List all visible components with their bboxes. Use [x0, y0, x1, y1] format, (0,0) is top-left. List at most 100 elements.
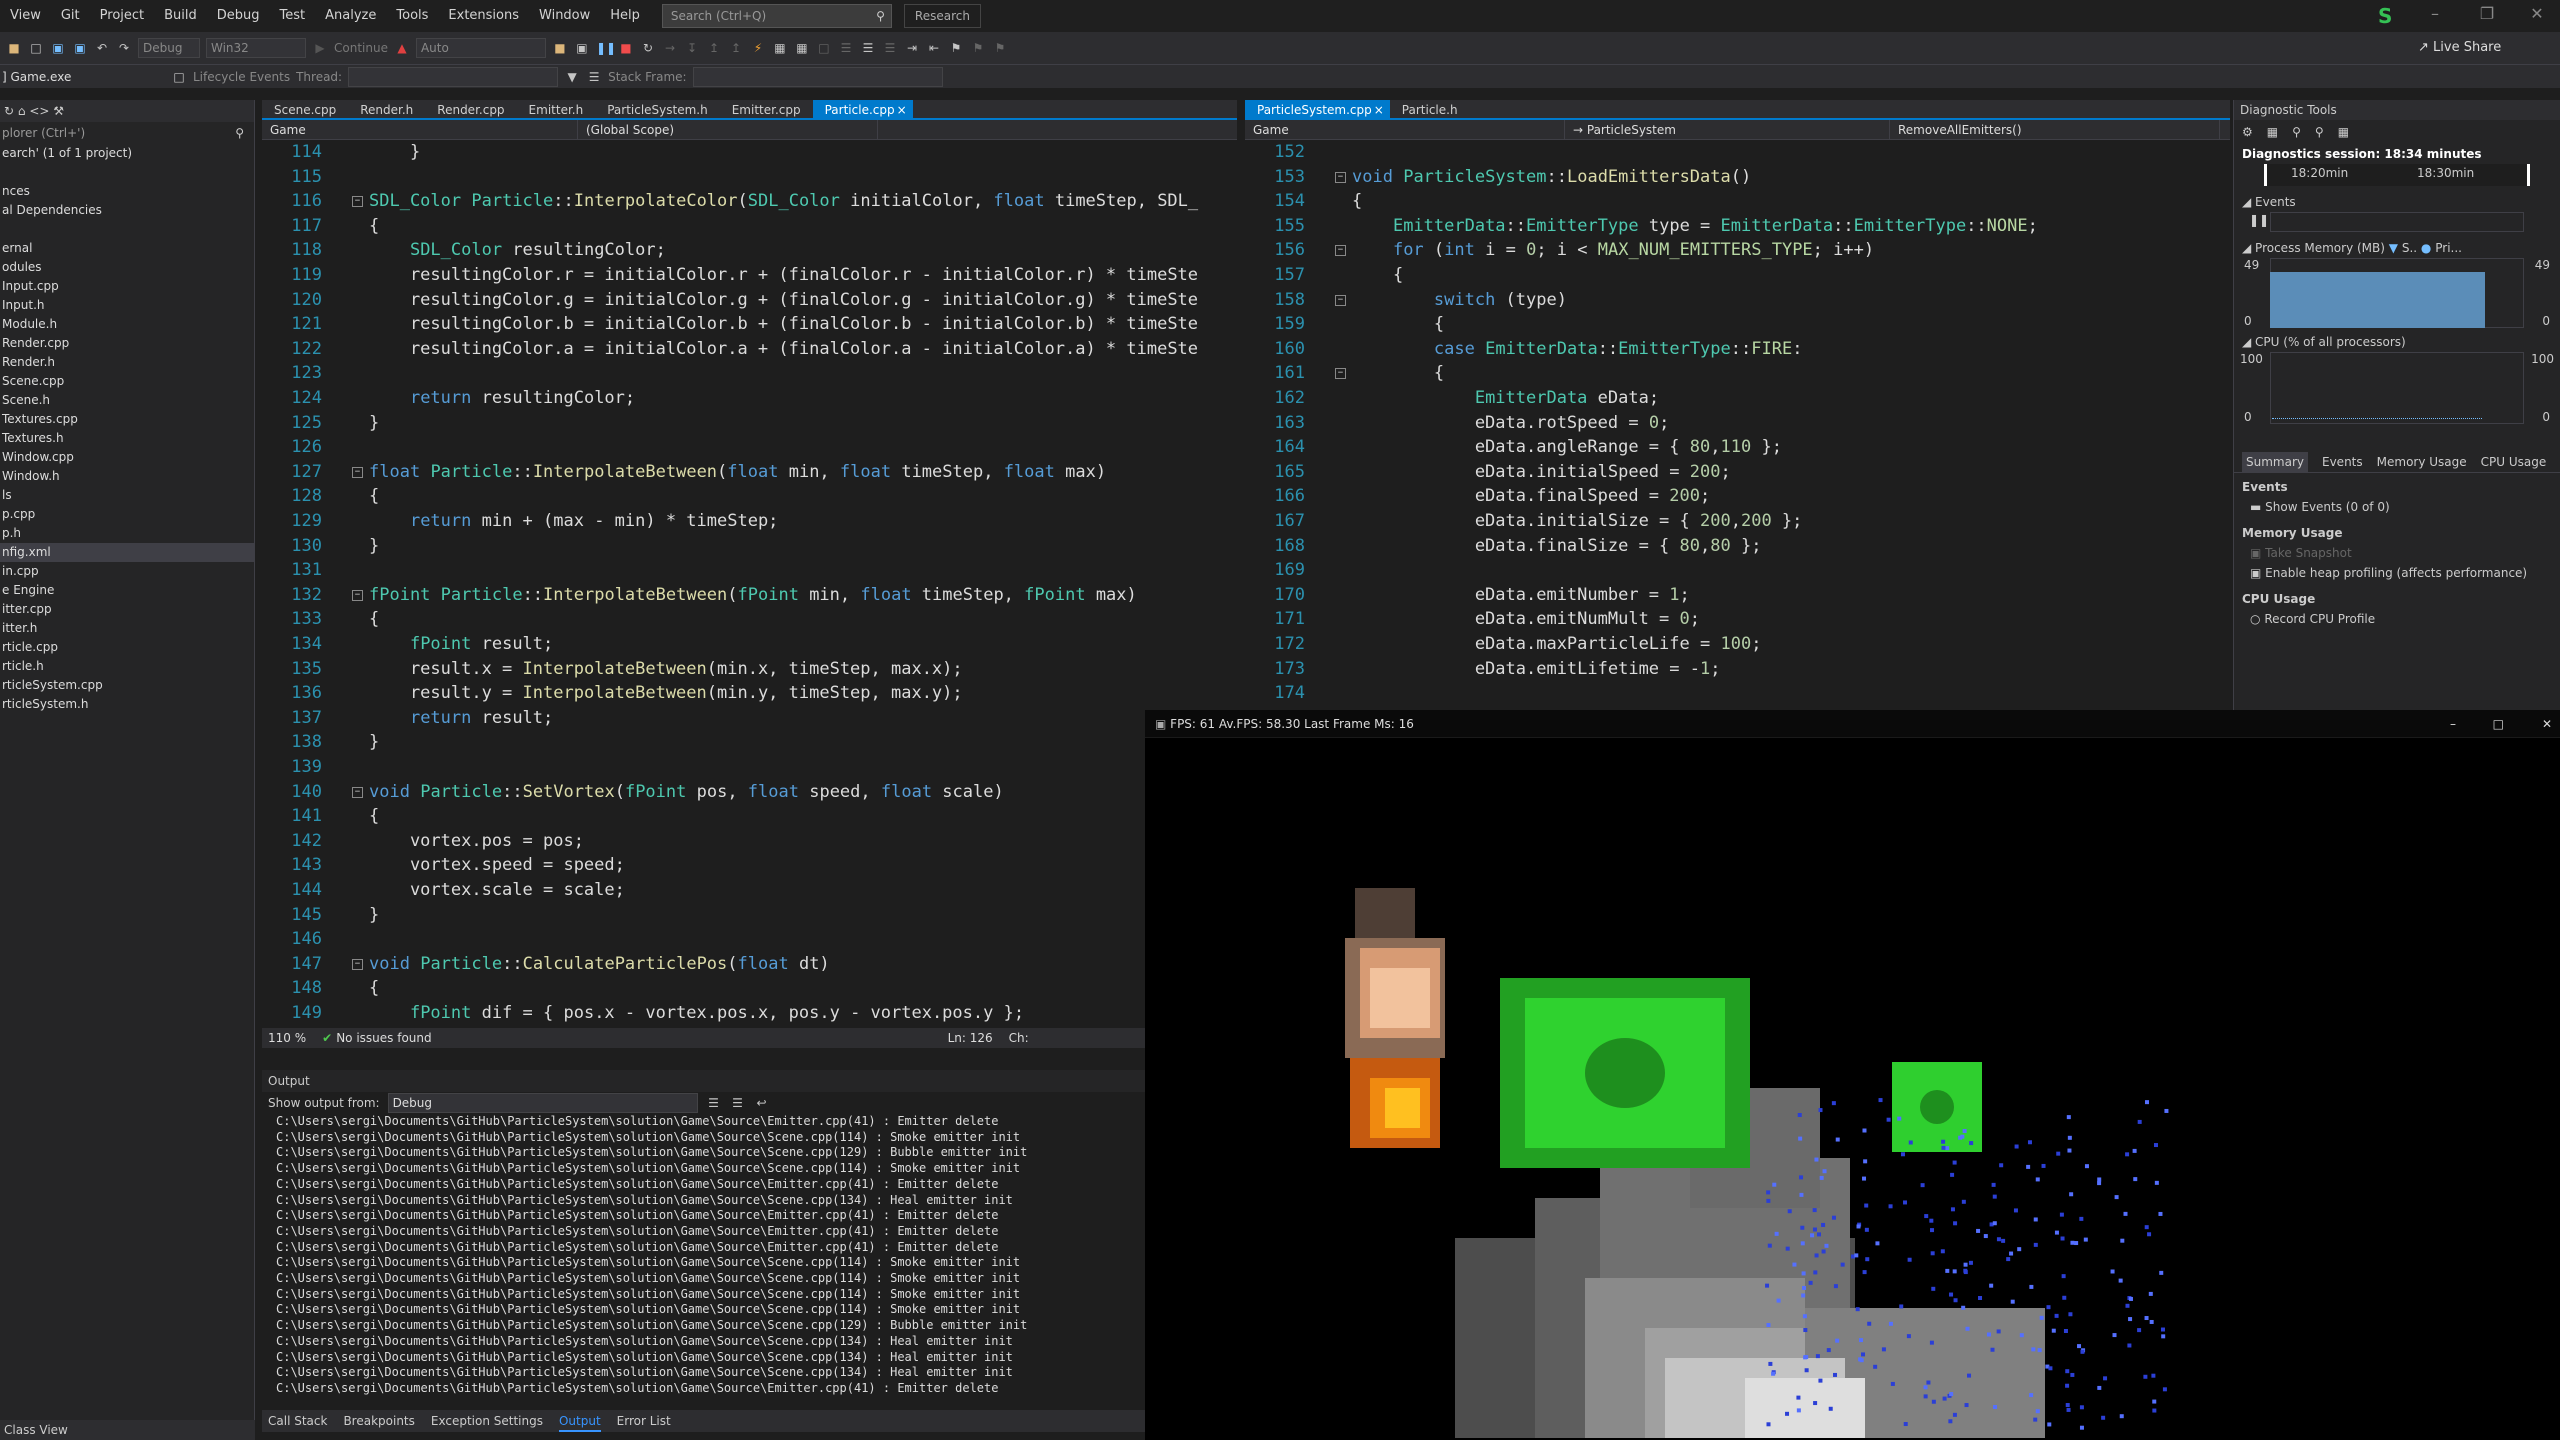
new-item-icon[interactable]: □: [28, 40, 44, 56]
fold-toggle-icon[interactable]: −: [1335, 368, 1346, 380]
solution-tree-item[interactable]: odules: [0, 258, 254, 277]
undo-icon[interactable]: ↶: [94, 40, 110, 56]
bottom-tab[interactable]: Exception Settings: [431, 1410, 543, 1432]
diag-tab[interactable]: CPU Usage: [2481, 452, 2547, 472]
step-out-icon[interactable]: ↥: [728, 40, 744, 56]
left-editor-tab[interactable]: Scene.cpp: [262, 100, 348, 118]
solution-tree-item[interactable]: [0, 163, 254, 182]
solution-tree-item[interactable]: nces: [0, 182, 254, 201]
project-dropdown[interactable]: Game: [1245, 120, 1565, 139]
stop-icon[interactable]: ■: [618, 40, 634, 56]
fold-toggle-icon[interactable]: −: [352, 589, 363, 601]
word-wrap-icon[interactable]: ↩: [754, 1095, 770, 1111]
code-view-icon[interactable]: <>: [29, 104, 49, 118]
redo-icon[interactable]: ↷: [116, 40, 132, 56]
comment-icon[interactable]: ☰: [860, 40, 876, 56]
performance-icon[interactable]: ▦: [794, 40, 810, 56]
close-tab-icon[interactable]: ×: [896, 100, 913, 118]
solution-tree-item[interactable]: nfig.xml: [0, 543, 254, 562]
sync-icon[interactable]: ↻: [4, 104, 14, 118]
solution-tree-item[interactable]: Window.h: [0, 467, 254, 486]
solution-tree-item[interactable]: [0, 220, 254, 239]
open-folder-icon[interactable]: ■: [6, 40, 22, 56]
save-icon[interactable]: ▣: [50, 40, 66, 56]
pause-events-icon[interactable]: ❚❚: [2249, 213, 2269, 227]
live-share-button[interactable]: ↗ Live Share: [2418, 40, 2501, 55]
left-editor-tab[interactable]: Particle.cpp: [812, 100, 907, 118]
solution-tree-item[interactable]: ls: [0, 486, 254, 505]
right-editor-tab[interactable]: Particle.h: [1390, 100, 1470, 118]
settings-icon[interactable]: ⚙: [2242, 125, 2253, 139]
platform-dropdown[interactable]: Win32: [206, 38, 306, 58]
solution-tree-item[interactable]: e Engine: [0, 581, 254, 600]
menu-test[interactable]: Test: [270, 0, 316, 32]
bottom-tab[interactable]: Breakpoints: [343, 1410, 414, 1432]
format-icon[interactable]: ☰: [838, 40, 854, 56]
thread-dropdown[interactable]: [348, 66, 559, 87]
fold-toggle-icon[interactable]: −: [1335, 245, 1346, 257]
home-icon[interactable]: ⌂: [18, 104, 26, 118]
bookmark-prev-icon[interactable]: ⚑: [970, 40, 986, 56]
game-window-titlebar[interactable]: ▣ FPS: 61 Av.FPS: 58.30 Last Frame Ms: 1…: [1145, 710, 2560, 738]
restore-icon[interactable]: ❐: [2472, 4, 2502, 23]
find-icon[interactable]: ☰: [706, 1095, 722, 1111]
bottom-tab[interactable]: Error List: [617, 1410, 671, 1432]
fold-toggle-icon[interactable]: −: [352, 786, 363, 798]
zoom-in-icon[interactable]: ⚲: [2292, 125, 2301, 139]
menu-help[interactable]: Help: [600, 0, 650, 32]
restart-icon[interactable]: ↻: [640, 40, 656, 56]
reset-zoom-icon[interactable]: ▦: [2338, 125, 2349, 139]
continue-icon[interactable]: ▶: [312, 40, 328, 56]
right-editor-tab[interactable]: ParticleSystem.cpp: [1245, 100, 1384, 118]
right-code-view[interactable]: 152 153 void ParticleSystem::LoadEmittersD…: [1245, 140, 2230, 708]
close-tab-icon[interactable]: ×: [1373, 100, 1390, 118]
lifecycle-events-dropdown[interactable]: Lifecycle Events: [193, 70, 290, 84]
solution-tree-item[interactable]: al Dependencies: [0, 201, 254, 220]
menu-build[interactable]: Build: [154, 0, 207, 32]
open-icon[interactable]: ■: [552, 40, 568, 56]
solution-tree-item[interactable]: p.h: [0, 524, 254, 543]
take-snapshot-button[interactable]: Take Snapshot: [2265, 546, 2352, 560]
left-editor-tab[interactable]: Render.cpp: [425, 100, 516, 118]
bookmark-icon[interactable]: ⚑: [948, 40, 964, 56]
process-dropdown[interactable]: ] Game.exe: [0, 70, 165, 84]
menu-view[interactable]: View: [0, 0, 51, 32]
solution-tree-item[interactable]: Input.cpp: [0, 277, 254, 296]
solution-tree-item[interactable]: itter.h: [0, 619, 254, 638]
bottom-tab[interactable]: Call Stack: [268, 1410, 327, 1432]
left-editor-tab[interactable]: Emitter.cpp: [720, 100, 813, 118]
solution-tree-item[interactable]: Render.cpp: [0, 334, 254, 353]
fold-toggle-icon[interactable]: −: [352, 466, 363, 478]
auto-dropdown[interactable]: Auto: [415, 38, 546, 58]
menu-extensions[interactable]: Extensions: [438, 0, 529, 32]
issues-status[interactable]: No issues found: [336, 1028, 431, 1048]
fold-toggle-icon[interactable]: −: [1335, 294, 1346, 306]
show-next-statement-icon[interactable]: →: [662, 40, 678, 56]
clear-all-icon[interactable]: ☰: [730, 1095, 746, 1111]
solution-tree-item[interactable]: Textures.h: [0, 429, 254, 448]
menu-tools[interactable]: Tools: [386, 0, 438, 32]
take-snapshot-row[interactable]: ▣ Take Snapshot: [2234, 543, 2560, 563]
step-over-icon[interactable]: ↥: [706, 40, 722, 56]
diagnostics-icon[interactable]: ▦: [772, 40, 788, 56]
bottom-tab[interactable]: Output: [558, 1410, 601, 1432]
solution-tree-item[interactable]: earch' (1 of 1 project): [0, 144, 254, 163]
record-cpu-row[interactable]: ○ Record CPU Profile: [2234, 609, 2560, 629]
diag-tab[interactable]: Summary: [2242, 452, 2308, 472]
solution-tree-item[interactable]: rticle.h: [0, 657, 254, 676]
select-tools-icon[interactable]: ▦: [2267, 125, 2278, 139]
solution-tree-item[interactable]: rticleSystem.h: [0, 695, 254, 714]
project-dropdown[interactable]: Game: [262, 120, 578, 139]
show-events-link[interactable]: Show Events (0 of 0): [2265, 500, 2389, 514]
menu-window[interactable]: Window: [529, 0, 600, 32]
menu-git[interactable]: Git: [51, 0, 90, 32]
diag-tab[interactable]: Events: [2322, 452, 2363, 472]
fold-toggle-icon[interactable]: −: [1335, 171, 1346, 183]
menu-analyze[interactable]: Analyze: [315, 0, 386, 32]
screenshot-icon[interactable]: ▣: [574, 40, 590, 56]
solution-tree-item[interactable]: rticleSystem.cpp: [0, 676, 254, 695]
fold-toggle-icon[interactable]: −: [352, 958, 363, 970]
heap-profiling-row[interactable]: ▣ Enable heap profiling (affects perform…: [2234, 563, 2560, 583]
solution-tree-item[interactable]: ernal: [0, 239, 254, 258]
stack-frame-dropdown[interactable]: [692, 66, 943, 87]
